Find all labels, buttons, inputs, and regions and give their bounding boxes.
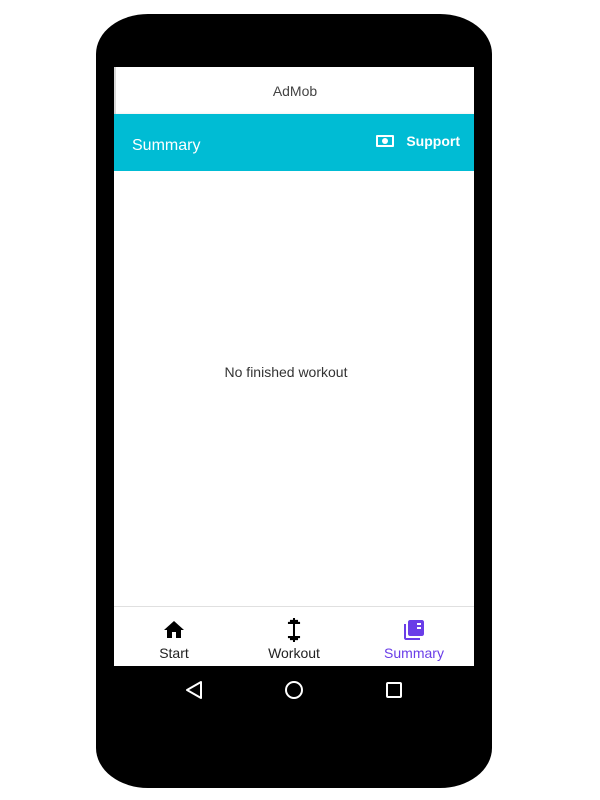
nav-label-workout: Workout: [268, 645, 320, 661]
library-books-icon: [404, 620, 424, 640]
home-icon: [164, 621, 184, 638]
app-bar: Summary Support: [114, 114, 474, 171]
home-circle-icon[interactable]: [282, 678, 306, 702]
main-content: No finished workout: [114, 171, 474, 606]
nav-item-summary[interactable]: Summary: [354, 607, 474, 666]
support-label: Support: [406, 132, 460, 149]
nav-item-workout[interactable]: Workout: [234, 607, 354, 666]
dumbbell-icon: [287, 618, 301, 642]
recents-icon[interactable]: [382, 678, 406, 702]
support-button[interactable]: Support: [376, 114, 460, 171]
ad-banner-label: AdMob: [272, 82, 318, 99]
nav-label-summary: Summary: [384, 645, 444, 661]
empty-state-message: No finished workout: [224, 364, 348, 380]
page-title: Summary: [132, 137, 201, 154]
back-icon[interactable]: [182, 678, 206, 702]
nav-item-start[interactable]: Start: [114, 607, 234, 666]
bottom-navigation: Start Workout Summary: [114, 606, 474, 666]
cash-icon: [376, 134, 395, 147]
app-screen: AdMob Summary Support No finished workou…: [114, 67, 474, 666]
nav-label-start: Start: [159, 645, 189, 661]
ad-banner[interactable]: AdMob: [114, 67, 474, 114]
